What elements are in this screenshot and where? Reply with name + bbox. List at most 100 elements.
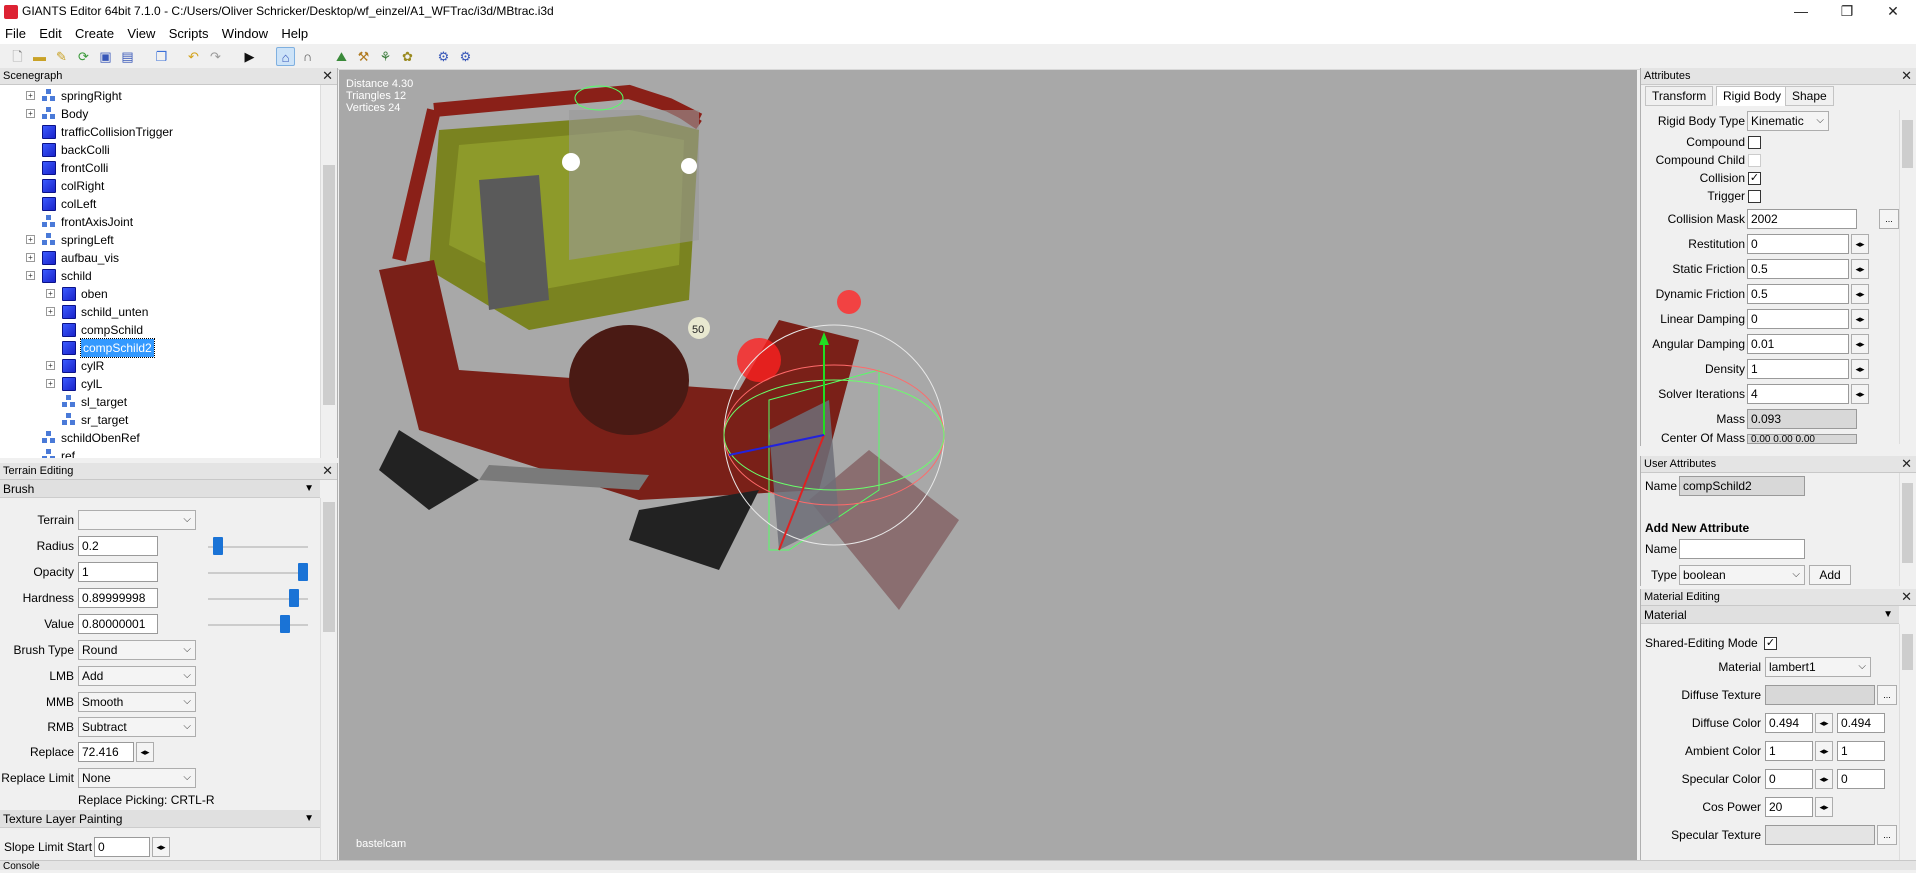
specular-texture-browse-button[interactable]: ... xyxy=(1877,825,1897,845)
rmb-select[interactable]: Subtract ⌵ xyxy=(78,717,196,737)
tree-item-frontaxisjoint[interactable]: frontAxisJoint xyxy=(61,213,133,231)
collision-mask-browse-button[interactable]: ... xyxy=(1879,209,1899,229)
compound-child-checkbox[interactable] xyxy=(1748,154,1761,167)
close-icon[interactable]: ✕ xyxy=(1901,589,1912,605)
linear-damping-spinner-icon[interactable]: ◂▸ xyxy=(1851,309,1869,329)
slope-spinner-icon[interactable]: ◂▸ xyxy=(152,837,170,857)
scrollbar-thumb[interactable] xyxy=(1902,634,1913,670)
dynamic-friction-spinner-icon[interactable]: ◂▸ xyxy=(1851,284,1869,304)
tree-item-aufbau-vis[interactable]: aufbau_vis xyxy=(61,249,119,267)
linear-damping-input[interactable]: 0 xyxy=(1747,309,1849,329)
add-attribute-button[interactable]: Add xyxy=(1809,565,1851,585)
restitution-input[interactable]: 0 xyxy=(1747,234,1849,254)
specular-color-r-input[interactable]: 0 xyxy=(1765,769,1813,789)
menu-file[interactable]: File xyxy=(0,24,31,43)
tree-item-schild-unten[interactable]: schild_unten xyxy=(81,303,148,321)
collapse-arrow-icon[interactable]: ▼ xyxy=(304,480,314,498)
expand-toggle-icon[interactable]: + xyxy=(26,253,35,262)
expand-toggle-icon[interactable]: + xyxy=(26,91,35,100)
redo-icon[interactable]: ↷ xyxy=(206,47,225,66)
density-spinner-icon[interactable]: ◂▸ xyxy=(1851,359,1869,379)
solver-iterations-input[interactable]: 4 xyxy=(1747,384,1849,404)
close-icon[interactable]: ✕ xyxy=(322,463,333,479)
radius-slider-track[interactable] xyxy=(208,546,308,548)
close-icon[interactable]: ✕ xyxy=(1901,456,1912,472)
tree-item-frontcolli[interactable]: frontColli xyxy=(61,159,108,177)
specular-color-g-input[interactable]: 0 xyxy=(1837,769,1885,789)
expand-toggle-icon[interactable]: + xyxy=(26,109,35,118)
density-input[interactable]: 1 xyxy=(1747,359,1849,379)
diffuse-color-g-input[interactable]: 0.494 xyxy=(1837,713,1885,733)
tree-item-oben[interactable]: oben xyxy=(81,285,108,303)
tree-item-ref[interactable]: ref xyxy=(61,447,75,458)
hardness-input[interactable]: 0.89999998 xyxy=(78,588,158,608)
clipboard-icon[interactable]: ❐ xyxy=(152,47,171,66)
tab-shape[interactable]: Shape xyxy=(1785,86,1834,106)
texture-section-header[interactable]: Texture Layer Painting ▼ xyxy=(0,810,320,828)
lmb-select[interactable]: Add ⌵ xyxy=(78,666,196,686)
collision-checkbox[interactable]: ✓ xyxy=(1748,172,1761,185)
3d-viewport[interactable]: Distance 4.30 Triangles 12 Vertices 24 b… xyxy=(339,70,1637,860)
rigid-body-type-select[interactable]: Kinematic ⌵ xyxy=(1747,111,1829,131)
close-icon[interactable]: ✕ xyxy=(1901,68,1912,84)
scenegraph-scrollbar[interactable] xyxy=(320,85,337,458)
plugin-gear-icon[interactable]: ⚙ xyxy=(456,47,475,66)
menu-edit[interactable]: Edit xyxy=(34,24,66,43)
opacity-slider-track[interactable] xyxy=(208,572,308,574)
radius-input[interactable]: 0.2 xyxy=(78,536,158,556)
tree-item-backcolli[interactable]: backColli xyxy=(61,141,110,159)
trigger-checkbox[interactable] xyxy=(1748,190,1761,203)
ambient-color-r-input[interactable]: 1 xyxy=(1765,741,1813,761)
cos-power-input[interactable]: 20 xyxy=(1765,797,1813,817)
menu-create[interactable]: Create xyxy=(70,24,119,43)
tree-item-schild[interactable]: schild xyxy=(61,267,92,285)
close-icon[interactable]: ✕ xyxy=(322,68,333,84)
expand-toggle-icon[interactable]: + xyxy=(46,307,55,316)
brush-type-select[interactable]: Round ⌵ xyxy=(78,640,196,660)
tree-item-body[interactable]: Body xyxy=(61,105,88,123)
select-tool-icon[interactable]: ⌂ xyxy=(276,47,295,66)
angular-damping-input[interactable]: 0.01 xyxy=(1747,334,1849,354)
diffuse-color-spinner-icon[interactable]: ◂▸ xyxy=(1815,713,1833,733)
dynamic-friction-input[interactable]: 0.5 xyxy=(1747,284,1849,304)
menu-view[interactable]: View xyxy=(122,24,160,43)
expand-toggle-icon[interactable]: + xyxy=(46,361,55,370)
scrollbar-thumb[interactable] xyxy=(323,502,335,632)
angular-damping-spinner-icon[interactable]: ◂▸ xyxy=(1851,334,1869,354)
new-file-icon[interactable]: 🗋 xyxy=(8,47,27,66)
opacity-slider-knob[interactable] xyxy=(298,563,308,581)
tree-item-compschild2[interactable]: compSchild2 xyxy=(80,338,155,358)
mmb-select[interactable]: Smooth ⌵ xyxy=(78,692,196,712)
tab-rigid-body[interactable]: Rigid Body xyxy=(1716,86,1789,106)
menu-scripts[interactable]: Scripts xyxy=(164,24,214,43)
value-input[interactable]: 0.80000001 xyxy=(78,614,158,634)
undo-icon[interactable]: ↶ xyxy=(184,47,203,66)
minimize-button[interactable]: — xyxy=(1778,0,1824,24)
tree-item-colleft[interactable]: colLeft xyxy=(61,195,96,213)
menu-help[interactable]: Help xyxy=(276,24,313,43)
menu-window[interactable]: Window xyxy=(217,24,273,43)
material-select[interactable]: lambert1 ⌵ xyxy=(1765,657,1871,677)
slope-limit-input[interactable]: 0 xyxy=(94,837,150,857)
collapse-arrow-icon[interactable]: ▼ xyxy=(304,810,314,828)
tree-item-springright[interactable]: springRight xyxy=(61,87,122,105)
cos-power-spinner-icon[interactable]: ◂▸ xyxy=(1815,797,1833,817)
ambient-color-g-input[interactable]: 1 xyxy=(1837,741,1885,761)
foliage-tool-icon[interactable]: ⚘ xyxy=(376,47,395,66)
tree-item-springleft[interactable]: springLeft xyxy=(61,231,114,249)
replace-input[interactable]: 72.416 xyxy=(78,742,134,762)
tree-item-colright[interactable]: colRight xyxy=(61,177,104,195)
material-section-header[interactable]: Material ▼ xyxy=(1641,606,1899,624)
open-folder-icon[interactable]: ▬ xyxy=(30,47,49,66)
magnet-icon[interactable]: ∩ xyxy=(298,47,317,66)
replace-spinner-icon[interactable]: ◂▸ xyxy=(136,742,154,762)
replace-limit-select[interactable]: None ⌵ xyxy=(78,768,196,788)
terrain-scrollbar[interactable] xyxy=(320,498,337,861)
scrollbar-thumb[interactable] xyxy=(1902,120,1913,168)
brush-section-header[interactable]: Brush ▼ xyxy=(0,480,320,498)
play-icon[interactable]: ▶ xyxy=(240,47,259,66)
attributes-scrollbar[interactable] xyxy=(1899,110,1915,444)
settings-gear-icon[interactable]: ⚙ xyxy=(434,47,453,66)
terrain-select[interactable]: ⌵ xyxy=(78,510,196,530)
tab-transform[interactable]: Transform xyxy=(1645,86,1714,106)
